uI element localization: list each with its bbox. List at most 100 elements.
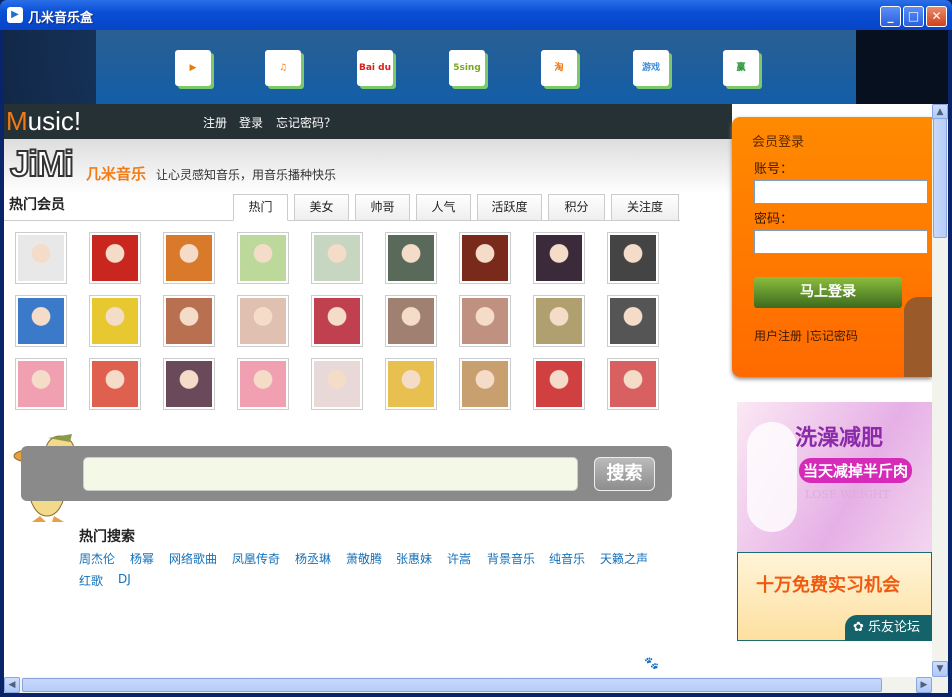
password-label: 密码： [754, 212, 794, 227]
ad2-brand: ✿ 乐友论坛 [845, 615, 933, 641]
register-link[interactable]: 注册 [203, 114, 227, 131]
app-icon: ▶ [7, 7, 23, 23]
user-register-link[interactable]: 用户注册 [754, 329, 802, 343]
member-avatar[interactable] [237, 232, 289, 284]
hot-search-link[interactable]: 纯音乐 [549, 550, 585, 567]
ad-model-image [747, 422, 797, 532]
member-avatar[interactable] [607, 358, 659, 410]
games-icon[interactable]: 游戏 [633, 50, 669, 86]
hot-search-link[interactable]: 天籁之声 [600, 550, 648, 567]
tab-0[interactable]: 热门 [233, 194, 288, 221]
forgot-password-link[interactable]: 忘记密码 [810, 329, 858, 343]
hot-search-link[interactable]: DJ [118, 572, 131, 586]
login-link[interactable]: 登录 [239, 114, 263, 131]
account-label: 账号： [754, 162, 794, 177]
member-avatar[interactable] [533, 232, 585, 284]
minimize-button[interactable]: _ [880, 6, 901, 27]
tab-3[interactable]: 人气 [416, 194, 471, 221]
maximize-button[interactable]: □ [903, 6, 924, 27]
baidu-radio-icon[interactable]: Bai du [357, 50, 393, 86]
avatar-image [92, 361, 138, 407]
member-avatar[interactable] [163, 295, 215, 347]
avatar-image [536, 298, 582, 344]
member-avatar[interactable] [15, 295, 67, 347]
hot-search-link[interactable]: 许嵩 [447, 550, 471, 567]
search-button[interactable]: 搜索 [594, 457, 655, 491]
hot-search-link[interactable]: 杨丞琳 [295, 550, 331, 567]
taobao-icon[interactable]: 淘 [541, 50, 577, 86]
5sing-icon[interactable]: 5sing [449, 50, 485, 86]
member-avatar[interactable] [311, 295, 363, 347]
avatar-image [388, 298, 434, 344]
tab-4[interactable]: 活跃度 [477, 194, 542, 221]
youku-icon[interactable]: ▶ [175, 50, 211, 86]
slogan: 让心灵感知音乐，用音乐播种快乐 [156, 168, 337, 182]
scroll-right-button[interactable]: ▶ [916, 677, 932, 693]
member-avatar[interactable] [89, 295, 141, 347]
member-avatar[interactable] [311, 358, 363, 410]
hot-search-link[interactable]: 网络歌曲 [169, 550, 217, 567]
member-avatar[interactable] [311, 232, 363, 284]
hot-search-link[interactable]: 萧敬腾 [346, 550, 382, 567]
member-avatar[interactable] [533, 295, 585, 347]
tab-1[interactable]: 美女 [294, 194, 349, 221]
hot-search-link[interactable]: 周杰伦 [79, 550, 115, 567]
avatar-image [388, 235, 434, 281]
hot-members-title: 热门会员 [9, 197, 65, 213]
avatar-image [536, 361, 582, 407]
avatar-image [92, 235, 138, 281]
header-bar: Music! 注册 登录 忘记密码？ [4, 104, 732, 139]
member-avatar[interactable] [459, 295, 511, 347]
avatar-image [166, 361, 212, 407]
hot-search-link[interactable]: 红歌 [79, 572, 103, 589]
login-title: 会员登录 [752, 135, 805, 150]
member-avatar[interactable] [459, 358, 511, 410]
internship-ad[interactable]: 十万免费实习机会 ✿ 乐友论坛 [737, 552, 933, 641]
weight-loss-ad[interactable]: 洗澡减肥 当天减掉半斤肉 LOSE WEIGHT [737, 402, 932, 552]
close-button[interactable]: ✕ [926, 6, 947, 27]
title-bar: ▶ 几米音乐盒 _ □ ✕ [0, 0, 952, 30]
lottery-icon[interactable]: 赢 [723, 50, 759, 86]
search-input[interactable] [83, 457, 578, 491]
member-avatar[interactable] [163, 358, 215, 410]
password-input[interactable] [754, 230, 928, 254]
tab-2[interactable]: 帅哥 [355, 194, 410, 221]
member-avatar[interactable] [385, 232, 437, 284]
ad2-title: 十万免费实习机会 [756, 575, 900, 596]
tab-5[interactable]: 积分 [548, 194, 605, 221]
member-avatar[interactable] [237, 295, 289, 347]
member-avatar[interactable] [385, 358, 437, 410]
music-icon[interactable]: ♫ [265, 50, 301, 86]
member-avatar[interactable] [607, 232, 659, 284]
avatar-image [314, 298, 360, 344]
account-input[interactable] [754, 180, 928, 204]
hot-search-link[interactable]: 张惠妹 [396, 550, 432, 567]
vertical-scroll-thumb[interactable] [933, 118, 947, 238]
hot-search-link[interactable]: 背景音乐 [487, 550, 535, 567]
member-avatar[interactable] [237, 358, 289, 410]
member-avatar[interactable] [459, 232, 511, 284]
window-title: 几米音乐盒 [28, 11, 94, 26]
owl-mascot-icon [904, 297, 932, 377]
hot-search-link[interactable]: 凤凰传奇 [232, 550, 280, 567]
tab-6[interactable]: 关注度 [611, 194, 679, 221]
hot-search-link[interactable]: 杨幂 [130, 550, 154, 567]
member-avatar[interactable] [163, 232, 215, 284]
scroll-down-button[interactable]: ▼ [932, 661, 948, 677]
member-avatar[interactable] [533, 358, 585, 410]
avatar-image [166, 235, 212, 281]
scroll-left-button[interactable]: ◀ [4, 677, 20, 693]
member-avatar[interactable] [607, 295, 659, 347]
member-avatar[interactable] [385, 295, 437, 347]
avatar-image [610, 361, 656, 407]
member-avatar[interactable] [89, 232, 141, 284]
horizontal-scroll-thumb[interactable] [22, 678, 882, 692]
member-avatar[interactable] [15, 358, 67, 410]
forgot-password-link[interactable]: 忘记密码？ [276, 114, 336, 131]
ad1-english: LOSE WEIGHT [805, 488, 890, 501]
login-button[interactable]: 马上登录 [754, 277, 902, 308]
member-avatar[interactable] [15, 232, 67, 284]
avatar-image [536, 235, 582, 281]
member-avatar[interactable] [89, 358, 141, 410]
avatar-image [610, 298, 656, 344]
